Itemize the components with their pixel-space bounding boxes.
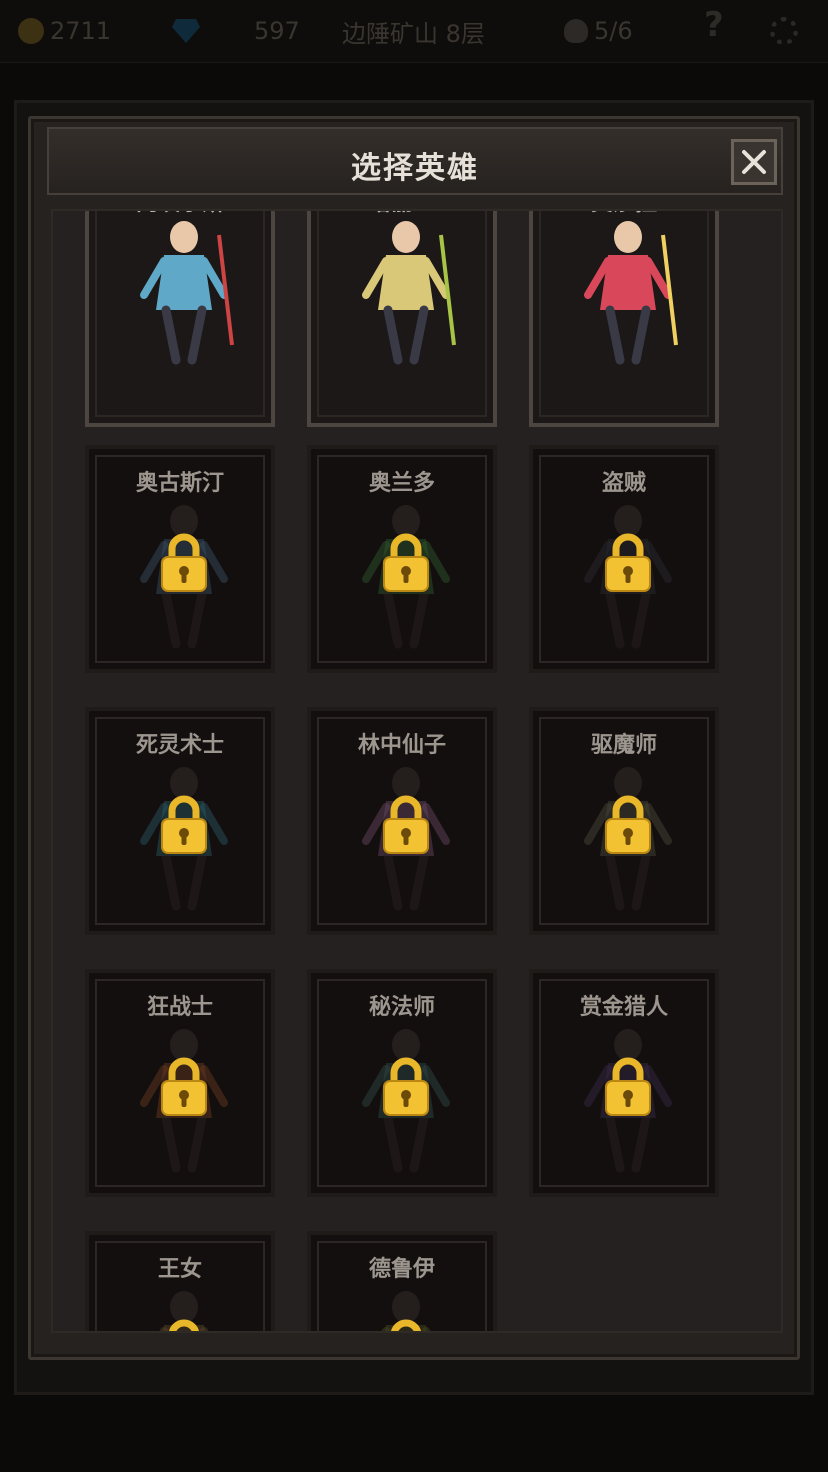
hero-card[interactable]: 塔丽亚 [307, 211, 497, 427]
hero-portrait [140, 221, 234, 365]
lock-icon [383, 533, 429, 592]
gem-icon [172, 19, 200, 43]
lock-icon [391, 1319, 421, 1331]
lock-icon [605, 795, 651, 854]
settings-button[interactable] [770, 14, 798, 48]
lock-icon [605, 1057, 651, 1116]
lock-icon [383, 795, 429, 854]
hero-card[interactable]: 奥古斯汀 [85, 445, 275, 673]
question-icon: ? [704, 5, 724, 45]
help-button[interactable]: ? [704, 5, 724, 45]
gold-amount: 2711 [50, 17, 112, 45]
hero-card[interactable]: 林中仙子 [307, 707, 497, 935]
hero-card[interactable]: 驱魔师 [529, 707, 719, 935]
hero-name: 赏金猎人 [579, 995, 668, 1020]
hero-card[interactable]: 狂战士 [85, 969, 275, 1197]
lock-icon [605, 533, 651, 592]
lock-icon [161, 795, 207, 854]
close-button[interactable] [731, 139, 777, 185]
location-text: 边陲矿山 8层 [342, 19, 485, 48]
close-icon [742, 150, 766, 174]
hero-portrait [362, 221, 456, 365]
hero-card[interactable]: 艾莎拉 [529, 211, 719, 427]
skull-amount: 5/6 [594, 17, 633, 45]
hero-list[interactable]: 冈埃尔斯塔丽亚艾莎拉奥古斯汀 奥兰多 盗贼死灵术士 林中仙子 驱魔师狂战士 秘法师 赏金猎人… [51, 209, 783, 1333]
dialog-title-bar: 选择英雄 [47, 127, 783, 195]
lock-icon [169, 1319, 199, 1331]
lock-icon [161, 533, 207, 592]
hero-select-dialog: 选择英雄 冈埃尔斯塔丽亚艾莎拉奥古斯汀 奥兰多 盗贼死灵术士 林中仙子 驱魔师狂战士 秘法… [28, 116, 800, 1360]
hero-name: 林中仙子 [357, 733, 446, 758]
hero-card[interactable]: 盗贼 [529, 445, 719, 673]
hero-name: 德鲁伊 [368, 1257, 435, 1282]
gem-counter: 597 [172, 14, 300, 48]
gold-counter: 2711 [18, 14, 111, 48]
hero-card[interactable]: 死灵术士 [85, 707, 275, 935]
lock-icon [161, 1057, 207, 1116]
coin-icon [18, 18, 44, 44]
hero-name: 驱魔师 [590, 733, 657, 758]
hero-card[interactable]: 秘法师 [307, 969, 497, 1197]
hero-card[interactable]: 德鲁伊 [307, 1231, 497, 1331]
hero-name: 王女 [157, 1257, 202, 1282]
skull-counter: 5/6 [564, 14, 633, 48]
hero-name: 盗贼 [601, 471, 646, 496]
location-label: 边陲矿山 8层 [342, 14, 485, 48]
gear-icon [770, 17, 798, 45]
skull-icon [564, 19, 588, 43]
lock-icon [383, 1057, 429, 1116]
hero-name: 秘法师 [368, 995, 435, 1020]
hero-card[interactable]: 冈埃尔斯 [85, 211, 275, 427]
top-status-bar: 2711 597 边陲矿山 8层 5/6 ? [0, 0, 828, 63]
hero-name: 奥兰多 [368, 471, 435, 496]
gem-amount: 597 [254, 17, 300, 45]
hero-name: 死灵术士 [135, 733, 224, 758]
hero-card[interactable]: 王女 [85, 1231, 275, 1331]
hero-portrait [584, 221, 678, 365]
dialog-title: 选择英雄 [351, 151, 479, 186]
hero-card[interactable]: 奥兰多 [307, 445, 497, 673]
hero-card[interactable]: 赏金猎人 [529, 969, 719, 1197]
hero-name: 奥古斯汀 [135, 471, 224, 496]
hero-name: 狂战士 [146, 995, 213, 1020]
